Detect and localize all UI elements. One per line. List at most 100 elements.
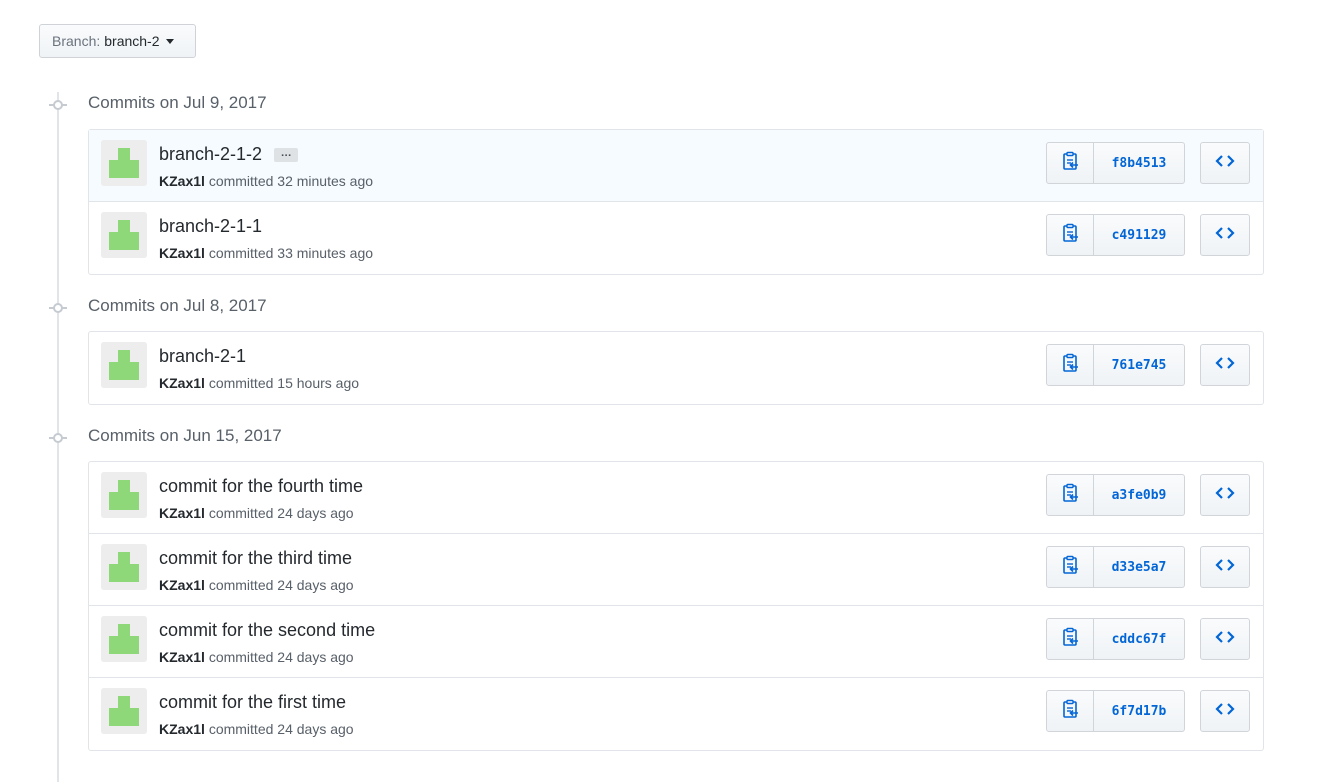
expand-commit-button[interactable]: …: [274, 147, 299, 162]
commit-message-link[interactable]: branch-2-1-1: [159, 216, 262, 237]
code-icon: [1215, 558, 1235, 577]
commit-sha-link[interactable]: f8b4513: [1094, 142, 1185, 184]
commit-node-icon: [49, 301, 67, 313]
commit-sha-link[interactable]: 761e745: [1094, 344, 1185, 386]
commit-message-link[interactable]: branch-2-1-2: [159, 144, 262, 165]
commit-time: 24 days ago: [277, 721, 354, 737]
commit-sha-link[interactable]: d33e5a7: [1094, 546, 1185, 588]
commit-time: 33 minutes ago: [277, 245, 374, 261]
commit-time: 24 days ago: [277, 577, 354, 593]
copy-sha-button[interactable]: [1046, 690, 1094, 732]
browse-repo-button[interactable]: [1200, 690, 1250, 732]
commit-meta: KZax1l committed 24 days ago: [159, 505, 354, 521]
commit-group-title: Commits on Jun 15, 2017: [88, 426, 282, 445]
commit-title: branch-2-1-2 …: [159, 144, 299, 165]
copy-sha-button[interactable]: [1046, 214, 1094, 256]
commit-node-icon: [49, 431, 67, 443]
commit-author-link[interactable]: KZax1l: [159, 721, 205, 737]
commit-group-header: Commits on Jun 15, 2017: [0, 425, 1327, 449]
browse-repo-button[interactable]: [1200, 344, 1250, 386]
branch-name: branch-2: [104, 33, 160, 49]
avatar[interactable]: [101, 212, 147, 258]
code-icon: [1215, 702, 1235, 721]
commit-action: committed: [208, 649, 274, 665]
commit-time: 24 days ago: [277, 649, 354, 665]
commit-group: Commits on Jul 8, 2017 branch-2-1 KZax1l c…: [0, 295, 1327, 405]
commit-list: branch-2-1-2 … KZax1l committed 32 minutes…: [88, 129, 1264, 275]
commit-time: 15 hours ago: [277, 375, 360, 391]
commit-author-link[interactable]: KZax1l: [159, 505, 205, 521]
clippy-icon: [1061, 353, 1079, 378]
commit-group-header: Commits on Jul 9, 2017: [0, 92, 1327, 116]
commit-message-link[interactable]: commit for the fourth time: [159, 476, 363, 497]
commit-group: Commits on Jun 15, 2017 commit for the fo…: [0, 425, 1327, 751]
commit-author-link[interactable]: KZax1l: [159, 173, 205, 189]
avatar[interactable]: [101, 342, 147, 388]
commit-list: branch-2-1 KZax1l committed 15 hours ago 7…: [88, 331, 1264, 405]
commit-sha-link[interactable]: 6f7d17b: [1094, 690, 1185, 732]
commit-title: commit for the first time: [159, 692, 346, 713]
commit-title: commit for the third time: [159, 548, 352, 569]
commit-sha-group: f8b4513: [1046, 142, 1185, 184]
commit-meta: KZax1l committed 15 hours ago: [159, 375, 359, 391]
commit-action: committed: [208, 505, 274, 521]
commit-sha-group: 6f7d17b: [1046, 690, 1185, 732]
commit-title: commit for the second time: [159, 620, 375, 641]
commit-action: committed: [208, 375, 274, 391]
commit-message-link[interactable]: commit for the third time: [159, 548, 352, 569]
commit-message-link[interactable]: commit for the second time: [159, 620, 375, 641]
commit-meta: KZax1l committed 32 minutes ago: [159, 173, 373, 189]
commit-sha-link[interactable]: cddc67f: [1094, 618, 1185, 660]
copy-sha-button[interactable]: [1046, 142, 1094, 184]
copy-sha-button[interactable]: [1046, 344, 1094, 386]
clippy-icon: [1061, 699, 1079, 724]
browse-repo-button[interactable]: [1200, 618, 1250, 660]
commit-meta: KZax1l committed 33 minutes ago: [159, 245, 373, 261]
branch-select-button[interactable]: Branch: branch-2: [39, 24, 196, 58]
commit-message-link[interactable]: commit for the first time: [159, 692, 346, 713]
commit-row: commit for the fourth time KZax1l committ…: [89, 462, 1263, 534]
commit-title: branch-2-1: [159, 346, 246, 367]
copy-sha-button[interactable]: [1046, 618, 1094, 660]
clippy-icon: [1061, 151, 1079, 176]
code-icon: [1215, 630, 1235, 649]
commit-title: branch-2-1-1: [159, 216, 262, 237]
code-icon: [1215, 486, 1235, 505]
commit-sha-link[interactable]: c491129: [1094, 214, 1185, 256]
commit-group-title: Commits on Jul 9, 2017: [88, 93, 267, 112]
clippy-icon: [1061, 627, 1079, 652]
commit-action: committed: [208, 245, 274, 261]
avatar[interactable]: [101, 472, 147, 518]
avatar[interactable]: [101, 544, 147, 590]
avatar[interactable]: [101, 688, 147, 734]
browse-repo-button[interactable]: [1200, 142, 1250, 184]
commit-meta: KZax1l committed 24 days ago: [159, 721, 354, 737]
commit-group-header: Commits on Jul 8, 2017: [0, 295, 1327, 319]
clippy-icon: [1061, 223, 1079, 248]
commit-message-link[interactable]: branch-2-1: [159, 346, 246, 367]
commit-row: commit for the second time KZax1l committ…: [89, 606, 1263, 678]
commit-row: branch-2-1-2 … KZax1l committed 32 minutes…: [89, 130, 1263, 202]
commit-author-link[interactable]: KZax1l: [159, 577, 205, 593]
commit-sha-group: d33e5a7: [1046, 546, 1185, 588]
clippy-icon: [1061, 483, 1079, 508]
caret-down-icon: [165, 38, 174, 44]
commit-sha-link[interactable]: a3fe0b9: [1094, 474, 1185, 516]
commit-author-link[interactable]: KZax1l: [159, 375, 205, 391]
commit-sha-group: cddc67f: [1046, 618, 1185, 660]
commit-author-link[interactable]: KZax1l: [159, 649, 205, 665]
browse-repo-button[interactable]: [1200, 214, 1250, 256]
copy-sha-button[interactable]: [1046, 546, 1094, 588]
avatar[interactable]: [101, 616, 147, 662]
commit-author-link[interactable]: KZax1l: [159, 245, 205, 261]
commit-sha-group: 761e745: [1046, 344, 1185, 386]
code-icon: [1215, 154, 1235, 173]
commit-action: committed: [208, 577, 274, 593]
commit-node-icon: [49, 98, 67, 110]
browse-repo-button[interactable]: [1200, 474, 1250, 516]
browse-repo-button[interactable]: [1200, 546, 1250, 588]
avatar[interactable]: [101, 140, 147, 186]
commit-meta: KZax1l committed 24 days ago: [159, 649, 354, 665]
copy-sha-button[interactable]: [1046, 474, 1094, 516]
commit-list: commit for the fourth time KZax1l committ…: [88, 461, 1264, 751]
